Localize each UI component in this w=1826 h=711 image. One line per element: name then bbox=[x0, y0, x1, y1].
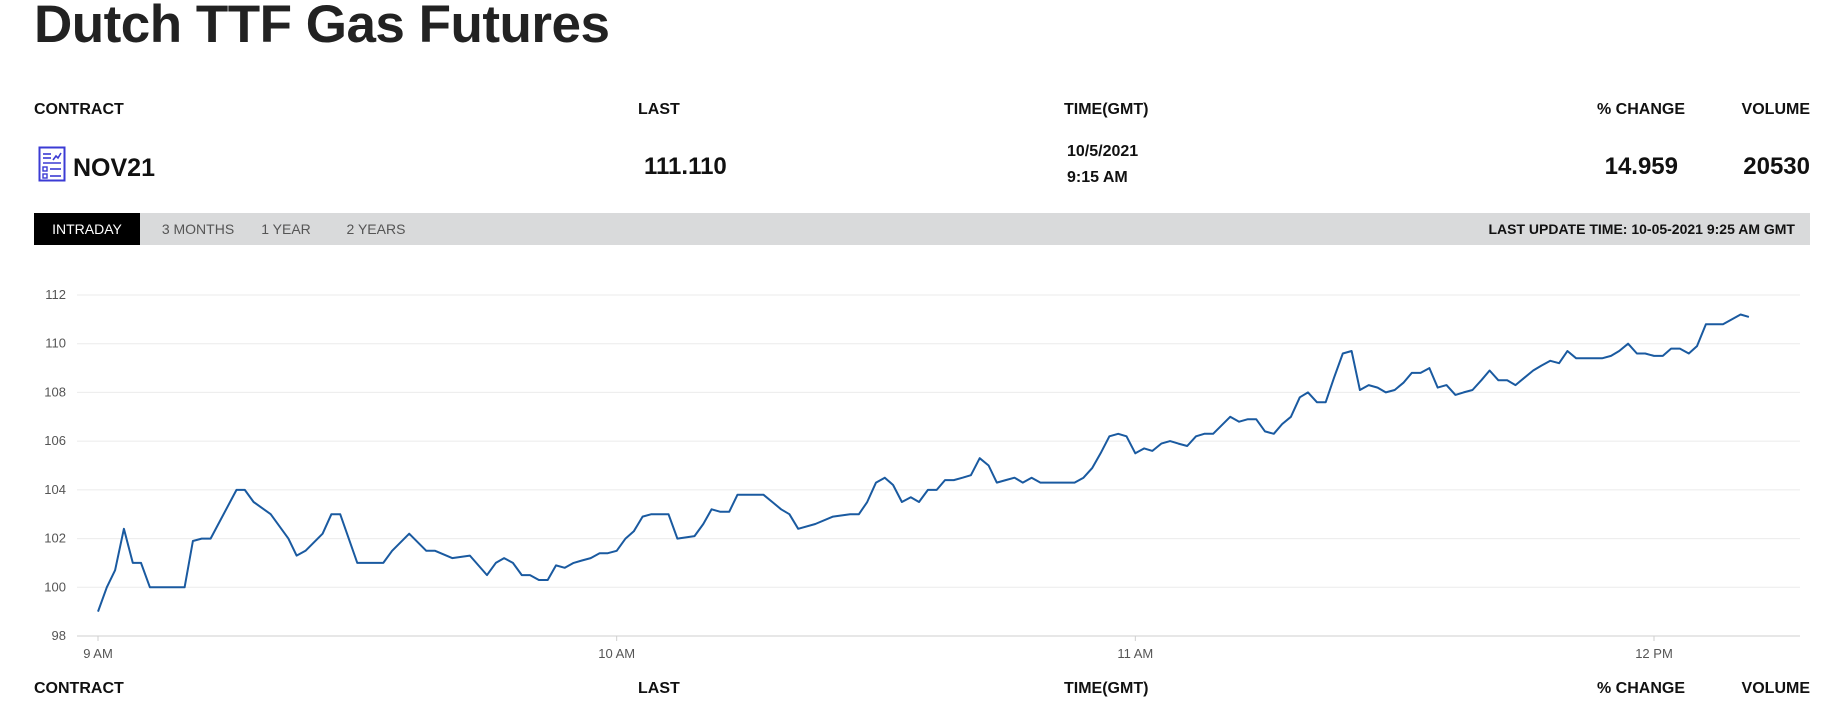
y-tick-label: 112 bbox=[45, 287, 66, 302]
y-tick-label: 110 bbox=[45, 336, 66, 351]
footer-header-volume: VOLUME bbox=[1741, 680, 1810, 697]
range-tabbar: INTRADAY 3 MONTHS 1 YEAR 2 YEARS LAST UP… bbox=[34, 213, 1810, 245]
footer-header-change: % CHANGE bbox=[1596, 680, 1685, 697]
last-update-time: LAST UPDATE TIME: 10-05-2021 9:25 AM GMT bbox=[1488, 221, 1795, 237]
x-tick-label: 11 AM bbox=[1117, 646, 1153, 658]
y-tick-label: 108 bbox=[44, 384, 66, 399]
volume-value: 20530 bbox=[1743, 153, 1810, 180]
tab-3-months[interactable]: 3 MONTHS bbox=[155, 213, 241, 245]
header-last: LAST bbox=[638, 101, 680, 118]
price-series-line bbox=[97, 313, 1750, 612]
header-contract: CONTRACT bbox=[34, 101, 124, 118]
y-tick-label: 104 bbox=[44, 482, 66, 497]
header-volume: VOLUME bbox=[1741, 101, 1810, 118]
x-tick-label: 12 PM bbox=[1635, 646, 1673, 658]
x-tick-label: 10 AM bbox=[598, 646, 635, 658]
tab-intraday[interactable]: INTRADAY bbox=[34, 213, 140, 245]
last-price: 111.110 bbox=[644, 153, 727, 180]
footer-header-last: LAST bbox=[638, 680, 680, 697]
tab-2-years[interactable]: 2 YEARS bbox=[341, 213, 411, 245]
header-time: TIME(GMT) bbox=[1064, 101, 1149, 118]
percent-change: 14.959 bbox=[1604, 153, 1678, 180]
contract-cell[interactable]: NOV21 bbox=[38, 146, 155, 182]
y-tick-label: 102 bbox=[44, 531, 66, 546]
contract-name[interactable]: NOV21 bbox=[73, 154, 155, 182]
trade-date: 10/5/2021 bbox=[1067, 143, 1139, 160]
y-tick-label: 100 bbox=[44, 579, 66, 594]
trade-time: 9:15 AM bbox=[1067, 169, 1128, 186]
intraday-price-chart: 98 100 102 104 106 108 110 112 9 AM 10 AM 11 AM 12 … bbox=[44, 287, 1800, 658]
footer-header-contract: CONTRACT bbox=[34, 680, 124, 697]
y-tick-label: 106 bbox=[44, 433, 66, 448]
header-change: % CHANGE bbox=[1596, 101, 1685, 118]
y-tick-label: 98 bbox=[52, 628, 66, 643]
footer-header-time: TIME(GMT) bbox=[1064, 680, 1149, 697]
page-title: Dutch TTF Gas Futures bbox=[34, 0, 610, 54]
document-chart-icon bbox=[38, 146, 66, 182]
tab-1-year[interactable]: 1 YEAR bbox=[256, 213, 316, 245]
x-tick-label: 9 AM bbox=[83, 646, 113, 658]
